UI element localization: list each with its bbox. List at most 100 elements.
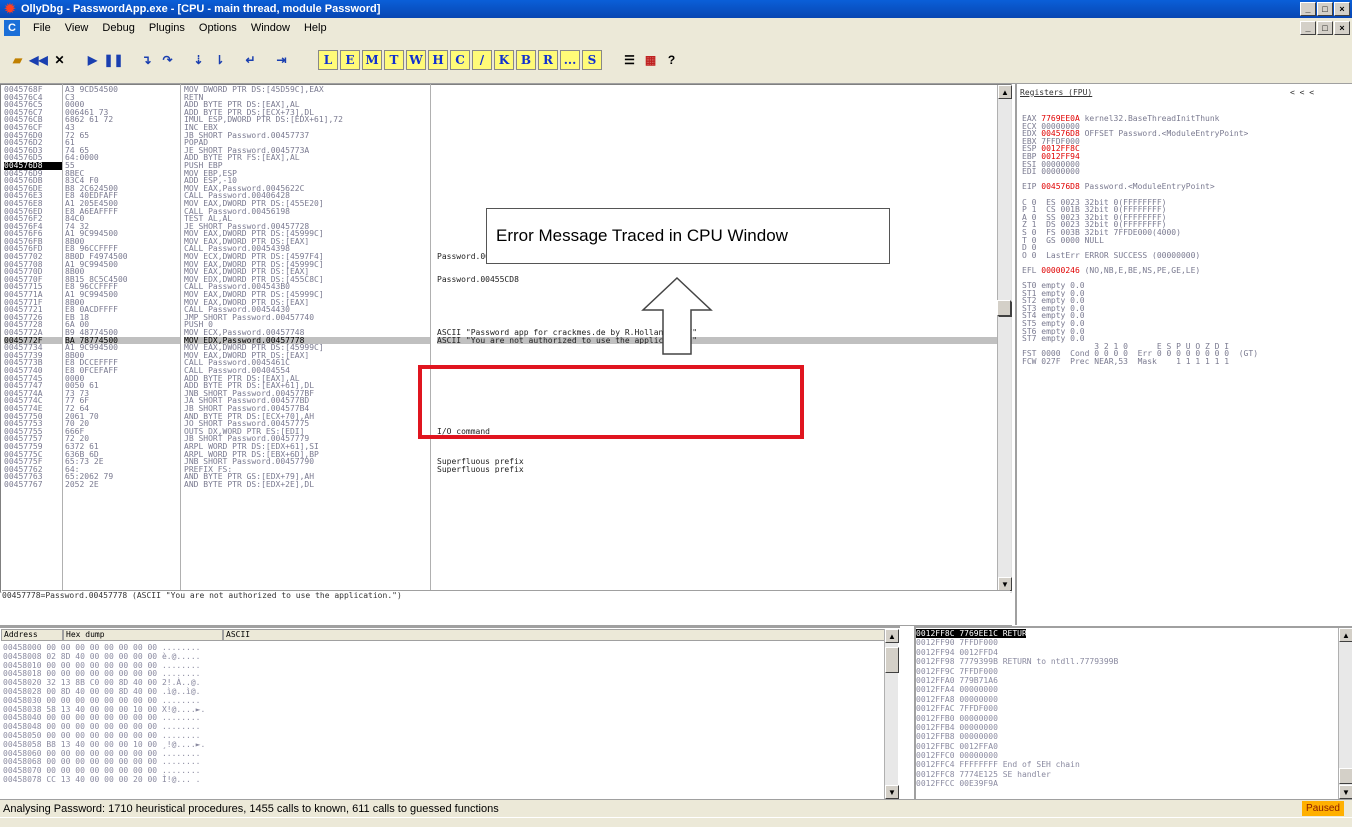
registers-title[interactable]: Registers (FPU) [1020, 88, 1092, 97]
menu-view[interactable]: View [58, 22, 96, 34]
disasm-instruction: MOV EBP,ESP [184, 169, 237, 178]
disasm-hex: EB 18 [65, 313, 90, 322]
list-options-icon[interactable]: ☰ [620, 51, 639, 69]
disasm-instruction: ARPL WORD PTR DS:[EBX+6D],BP [184, 450, 319, 459]
scroll-up-arrow-icon[interactable]: ▲ [998, 85, 1012, 99]
disasm-hex: 65:73 2E [65, 458, 104, 466]
menu-debug[interactable]: Debug [95, 22, 141, 34]
registers-pane[interactable]: EAX 7769EE0A kernel32.BaseThreadInitThun… [1015, 84, 1352, 625]
disasm-address: 004576E3 [4, 192, 43, 200]
disasm-instruction: JE SHORT Password.0045773A [184, 146, 310, 155]
disasm-instruction: CALL Password.00454430 [184, 306, 290, 314]
references-window-button[interactable]: R [538, 50, 558, 70]
minimize-button[interactable]: _ [1300, 2, 1316, 16]
disasm-instruction: PUSH EBP [184, 161, 223, 170]
help-icon[interactable]: ? [662, 51, 681, 69]
disasm-hex: 6372 61 [65, 442, 99, 451]
dump-header-ascii[interactable]: ASCII [223, 629, 897, 641]
dump-scroll-thumb[interactable] [885, 647, 899, 673]
menu-plugins[interactable]: Plugins [142, 22, 192, 34]
patches-window-button[interactable]: / [472, 50, 492, 70]
disasm-address: 0045772A [4, 329, 43, 337]
disasm-instruction: CALL Password.0045461C [184, 359, 290, 367]
windows-window-button[interactable]: W [406, 50, 426, 70]
go-to-icon[interactable]: ⇥ [272, 51, 291, 69]
disasm-instruction: MOV EAX,DWORD PTR DS:[455E20] [184, 199, 324, 208]
register-line: FST 0000 Cond 0 0 0 0 Err 0 0 0 0 0 0 0 … [1022, 350, 1259, 358]
appearance-icon[interactable]: ▦ [641, 51, 660, 69]
disasm-hex: 64: [65, 465, 80, 474]
register-line: EDX 004576D8 OFFSET Password.<ModuleEntr… [1022, 130, 1249, 138]
breakpoints-window-button[interactable]: B [516, 50, 536, 70]
menu-options[interactable]: Options [192, 22, 244, 34]
source-window-button[interactable]: S [582, 50, 602, 70]
disasm-comment [437, 170, 1000, 178]
child-restore-button[interactable]: □ [1317, 21, 1333, 35]
memory-dump-pane[interactable]: Address Hex dump ASCII 00458000 00 00 00… [0, 626, 900, 799]
open-icon[interactable]: ▰ [8, 51, 27, 69]
disasm-hex: 8B15 8C5C4500 [65, 275, 128, 284]
dump-scrollbar[interactable]: ▲ ▼ [884, 629, 899, 799]
scroll-down-arrow-icon[interactable]: ▼ [998, 577, 1012, 591]
trace-into-icon[interactable]: ⇣ [189, 51, 208, 69]
dump-header-hex[interactable]: Hex dump [63, 629, 223, 641]
stack-scroll-down-icon[interactable]: ▼ [1339, 785, 1352, 799]
title-bar: ✹ OllyDbg - PasswordApp.exe - [CPU - mai… [0, 0, 1352, 18]
disasm-instruction: PUSH 0 [184, 321, 213, 329]
register-line: O 0 LastErr ERROR_SUCCESS (00000000) [1022, 251, 1201, 260]
handles-window-button[interactable]: H [428, 50, 448, 70]
child-close-button[interactable]: × [1334, 21, 1350, 35]
modules-window-button[interactable]: E [340, 50, 360, 70]
dump-scroll-up-icon[interactable]: ▲ [885, 629, 899, 643]
execute-till-return-icon[interactable]: ↵ [241, 51, 260, 69]
disasm-instruction: AND BYTE PTR GS:[EDX+79],AH [184, 473, 315, 481]
maximize-button[interactable]: □ [1317, 2, 1333, 16]
threads-window-button[interactable]: T [384, 50, 404, 70]
disasm-hex: E8 40EDFAFF [65, 192, 118, 200]
memory-window-button[interactable]: M [362, 50, 382, 70]
stack-scrollbar[interactable]: ▲ ▼ [1338, 628, 1352, 799]
disassembly-scrollbar[interactable]: ▲ ▼ [997, 85, 1012, 591]
run-trace-window-button[interactable]: ... [560, 50, 580, 70]
step-into-icon[interactable]: ↴ [137, 51, 156, 69]
menu-file[interactable]: File [26, 22, 58, 34]
cpu-window-icon[interactable]: C [4, 20, 20, 36]
disasm-address: 00457715 [4, 283, 43, 292]
register-line: FCW 027F Prec NEAR,53 Mask 1 1 1 1 1 1 [1022, 358, 1230, 366]
run-icon[interactable]: ▶ [83, 51, 102, 69]
disasm-hex: B8 2C624500 [65, 184, 118, 193]
disasm-instruction: CALL Password.00456198 [184, 207, 290, 216]
registers-nav-arrows-icon[interactable]: < < < [1290, 88, 1314, 97]
register-line: ST1 empty 0.0 [1022, 289, 1085, 298]
disasm-instruction: PREFIX FS: [184, 465, 233, 474]
disasm-hex: A1 9C994500 [65, 344, 118, 352]
menu-window[interactable]: Window [244, 22, 297, 34]
restart-icon[interactable]: ◀◀ [29, 51, 48, 69]
disasm-comment [437, 283, 1000, 291]
cpu-window-button[interactable]: C [450, 50, 470, 70]
menu-help[interactable]: Help [297, 22, 334, 34]
disasm-comment [437, 116, 1000, 124]
disasm-comment [437, 306, 1000, 314]
disasm-hex: 72 64 [65, 404, 90, 413]
close-button[interactable]: × [1334, 2, 1350, 16]
disasm-hex: C3 [65, 93, 75, 102]
call-stack-window-button[interactable]: K [494, 50, 514, 70]
stack-scroll-up-icon[interactable]: ▲ [1339, 628, 1352, 642]
child-minimize-button[interactable]: _ [1300, 21, 1316, 35]
disasm-hex: E8 0ACDFFFF [65, 306, 118, 314]
trace-over-icon[interactable]: ⇂ [210, 51, 229, 69]
log-window-button[interactable]: L [318, 50, 338, 70]
register-line: C 0 ES 0023 32bit 0(FFFFFFFF) [1022, 198, 1167, 207]
disasm-comment [437, 109, 1000, 117]
stack-scroll-thumb[interactable] [1339, 768, 1352, 784]
registers-splitter[interactable] [997, 300, 1011, 316]
stack-pane[interactable]: 0012FF8C 7769EE1C RETURN to kernel32.776… [914, 626, 1352, 799]
comment-column: Password.0045D5A0 Password.00455CD8 ASCII … [430, 84, 1000, 593]
dump-scroll-down-icon[interactable]: ▼ [885, 785, 899, 799]
pause-icon[interactable]: ❚❚ [103, 51, 123, 69]
stack-row: 0012FFCC 00E39F9A [916, 779, 1003, 789]
step-over-icon[interactable]: ↷ [158, 51, 177, 69]
close-program-icon[interactable]: ✕ [50, 51, 69, 69]
dump-header-address[interactable]: Address [1, 629, 63, 641]
